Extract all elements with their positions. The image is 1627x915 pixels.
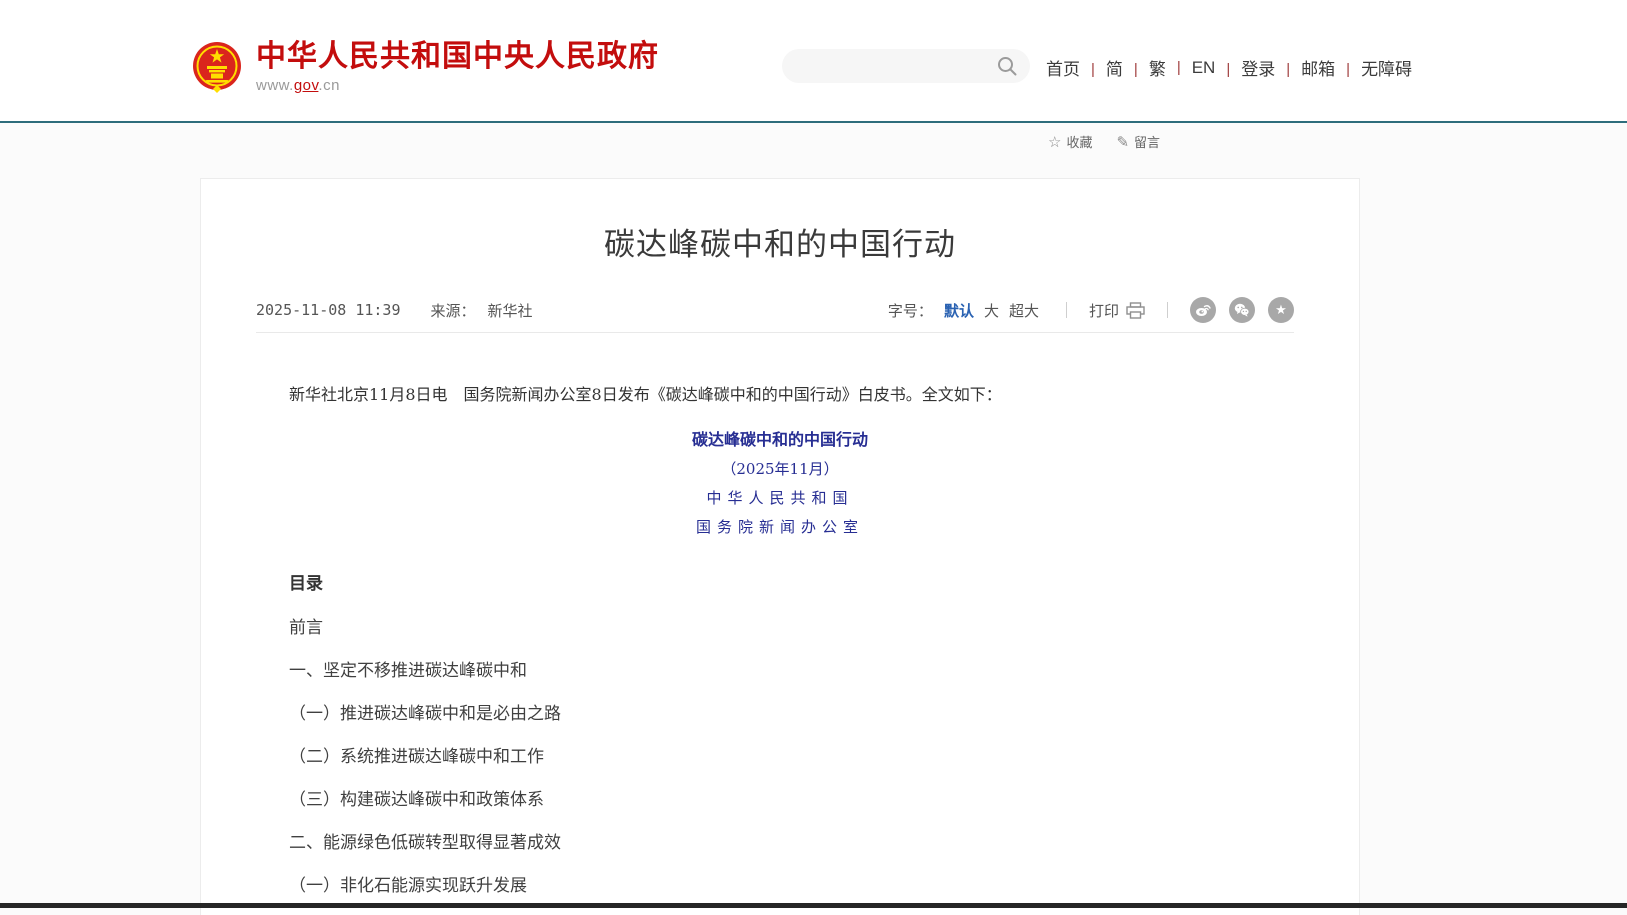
brand-text: 中华人民共和国中央人民政府 www.gov.cn <box>256 40 659 94</box>
site-url-gov: gov <box>294 77 319 94</box>
site-url: www.gov.cn <box>256 77 659 94</box>
site-header: 中华人民共和国中央人民政府 www.gov.cn 首页 简 繁 EN 登录 邮箱… <box>0 0 1627 121</box>
nav-item-accessibility[interactable]: 无障碍 <box>1335 55 1412 80</box>
nav-item-simplified[interactable]: 简 <box>1080 55 1123 80</box>
publish-date: 2025-11-08 11:39 <box>256 301 401 319</box>
nav-item-login[interactable]: 登录 <box>1215 55 1275 80</box>
search-input[interactable] <box>782 49 996 83</box>
bottom-edge-bar <box>0 903 1627 908</box>
meta-separator <box>1066 302 1067 318</box>
site-title: 中华人民共和国中央人民政府 <box>256 40 659 74</box>
meta-separator <box>1167 302 1168 318</box>
toc-item-2: 二、能源绿色低碳转型取得显著成效 <box>289 831 1271 855</box>
toc-item-2-1: （一）非化石能源实现跃升发展 <box>289 874 1271 898</box>
printer-icon <box>1126 302 1145 319</box>
top-nav: 首页 简 繁 EN 登录 邮箱 无障碍 <box>1046 55 1412 80</box>
share-icons: ★ <box>1190 297 1294 323</box>
nav-item-english[interactable]: EN <box>1166 58 1216 78</box>
site-url-prefix: www. <box>256 77 294 94</box>
fontsize-default-button[interactable]: 默认 <box>944 300 974 321</box>
pencil-icon: ✎ <box>1116 133 1129 151</box>
weibo-share-icon[interactable] <box>1190 297 1216 323</box>
quick-actions: ☆ 收藏 ✎ 留言 <box>1048 132 1160 151</box>
toc-title: 目录 <box>289 571 1271 597</box>
nav-item-home[interactable]: 首页 <box>1046 55 1080 80</box>
toc-item-1: 一、坚定不移推进碳达峰碳中和 <box>289 659 1271 683</box>
star-share-icon[interactable]: ★ <box>1268 297 1294 323</box>
source-name[interactable]: 新华社 <box>488 300 533 321</box>
toc-item-preface: 前言 <box>289 616 1271 640</box>
toc-item-1-2: （二）系统推进碳达峰碳中和工作 <box>289 745 1271 769</box>
star-outline-icon: ☆ <box>1048 133 1061 151</box>
source-label: 来源： <box>431 300 476 321</box>
nav-item-mail[interactable]: 邮箱 <box>1275 55 1335 80</box>
lead-paragraph: 新华社北京11月8日电 国务院新闻办公室8日发布《碳达峰碳中和的中国行动》白皮书… <box>289 383 1271 407</box>
search-icon[interactable] <box>996 55 1018 77</box>
article-card: 碳达峰碳中和的中国行动 2025-11-08 11:39 来源： 新华社 字号：… <box>200 178 1360 915</box>
article-title: 碳达峰碳中和的中国行动 <box>201 219 1359 264</box>
fontsize-large-button[interactable]: 大 <box>984 300 999 321</box>
toc-item-1-1: （一）推进碳达峰碳中和是必由之路 <box>289 702 1271 726</box>
wechat-share-icon[interactable] <box>1229 297 1255 323</box>
article-body: 新华社北京11月8日电 国务院新闻办公室8日发布《碳达峰碳中和的中国行动》白皮书… <box>289 375 1271 898</box>
site-brand[interactable]: 中华人民共和国中央人民政府 www.gov.cn <box>192 40 659 94</box>
doc-title: 碳达峰碳中和的中国行动 <box>289 428 1271 452</box>
favorite-button[interactable]: ☆ 收藏 <box>1048 132 1092 151</box>
search-box <box>782 49 1030 83</box>
message-button[interactable]: ✎ 留言 <box>1116 132 1160 151</box>
page: 中华人民共和国中央人民政府 www.gov.cn 首页 简 繁 EN 登录 邮箱… <box>0 0 1627 915</box>
print-label: 打印 <box>1089 300 1119 321</box>
nav-item-traditional[interactable]: 繁 <box>1123 55 1166 80</box>
site-url-suffix: .cn <box>318 77 340 94</box>
toc-item-1-3: （三）构建碳达峰碳中和政策体系 <box>289 788 1271 812</box>
doc-author-line1: 中华人民共和国 <box>289 486 1271 510</box>
meta-divider-line <box>256 332 1294 333</box>
national-emblem-icon <box>192 40 242 94</box>
article-meta-left: 2025-11-08 11:39 来源： 新华社 <box>256 300 533 321</box>
fontsize-label: 字号： <box>888 300 933 321</box>
doc-author-line2: 国务院新闻办公室 <box>289 515 1271 539</box>
print-button[interactable]: 打印 <box>1089 300 1145 321</box>
fontsize-xlarge-button[interactable]: 超大 <box>1009 300 1039 321</box>
doc-date: （2025年11月） <box>289 457 1271 481</box>
favorite-label: 收藏 <box>1066 132 1092 151</box>
article-meta-row: 2025-11-08 11:39 来源： 新华社 字号： 默认 大 超大 打印 <box>256 297 1294 323</box>
message-label: 留言 <box>1134 132 1160 151</box>
article-meta-right: 字号： 默认 大 超大 打印 <box>888 297 1294 323</box>
star-glyph: ★ <box>1275 304 1287 317</box>
